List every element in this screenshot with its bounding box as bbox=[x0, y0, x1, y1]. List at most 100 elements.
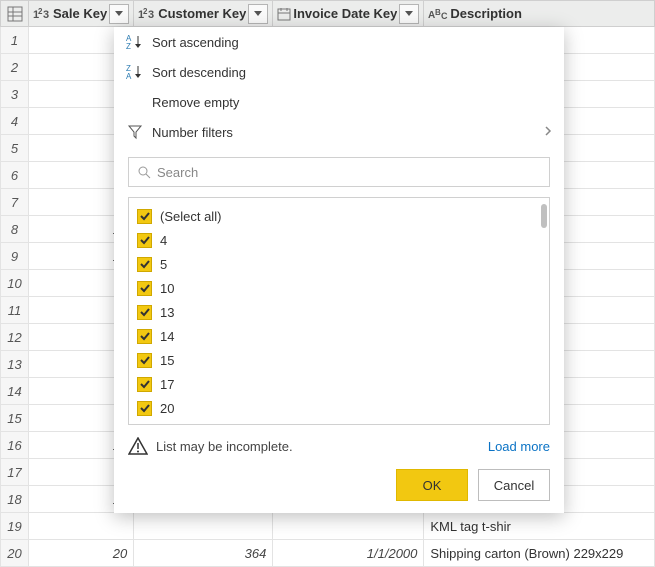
row-number: 15 bbox=[1, 405, 29, 432]
checkbox-checked[interactable] bbox=[137, 353, 152, 368]
row-number: 12 bbox=[1, 324, 29, 351]
cell-invoice-date: 1/1/2000 bbox=[273, 540, 424, 567]
svg-text:A: A bbox=[126, 72, 132, 80]
chevron-down-icon bbox=[115, 11, 123, 17]
row-number: 10 bbox=[1, 270, 29, 297]
search-icon bbox=[137, 165, 151, 179]
search-placeholder: Search bbox=[157, 165, 198, 180]
sort-ascending-item[interactable]: AZ Sort ascending bbox=[114, 27, 564, 57]
row-number: 4 bbox=[1, 108, 29, 135]
row-number: 9 bbox=[1, 243, 29, 270]
table-row[interactable]: 19 KML tag t-shir bbox=[1, 513, 655, 540]
column-label: Invoice Date Key bbox=[291, 6, 397, 21]
filter-value-item[interactable]: 4 bbox=[137, 228, 541, 252]
filter-value-item[interactable]: 17 bbox=[137, 372, 541, 396]
filter-values-list: (Select all) 4 5 10 13 14 15 17 20 bbox=[128, 197, 550, 425]
menu-label: Sort ascending bbox=[148, 35, 239, 50]
row-number: 17 bbox=[1, 459, 29, 486]
cell-customer-key bbox=[134, 513, 273, 540]
row-number: 2 bbox=[1, 54, 29, 81]
row-number: 8 bbox=[1, 216, 29, 243]
filter-value-label: 10 bbox=[160, 281, 174, 296]
row-number: 11 bbox=[1, 297, 29, 324]
sort-asc-icon: AZ bbox=[126, 34, 144, 50]
cell-customer-key: 364 bbox=[134, 540, 273, 567]
text-type-icon: ABC bbox=[428, 7, 448, 21]
cell-description: Shipping carton (Brown) 229x229 bbox=[424, 540, 655, 567]
cell-sale-key: 20 bbox=[29, 540, 134, 567]
filter-value-item[interactable]: 15 bbox=[137, 348, 541, 372]
warning-text: List may be incomplete. bbox=[156, 439, 488, 454]
checkbox-checked[interactable] bbox=[137, 209, 152, 224]
filter-value-label: 14 bbox=[160, 329, 174, 344]
column-label: Description bbox=[448, 6, 650, 21]
filter-value-label: 20 bbox=[160, 401, 174, 416]
filter-value-item[interactable]: 13 bbox=[137, 300, 541, 324]
column-header-description[interactable]: ABC Description bbox=[424, 1, 655, 27]
chevron-right-icon bbox=[544, 125, 552, 140]
table-icon bbox=[7, 6, 23, 22]
menu-label: Remove empty bbox=[148, 95, 239, 110]
rowcol-header[interactable] bbox=[1, 1, 29, 27]
svg-text:Z: Z bbox=[126, 42, 131, 50]
chevron-down-icon bbox=[405, 11, 413, 17]
row-number: 1 bbox=[1, 27, 29, 54]
checkbox-checked[interactable] bbox=[137, 257, 152, 272]
filter-search-input[interactable]: Search bbox=[128, 157, 550, 187]
row-number: 19 bbox=[1, 513, 29, 540]
filter-value-label: 4 bbox=[160, 233, 167, 248]
row-number: 14 bbox=[1, 378, 29, 405]
remove-empty-item[interactable]: Remove empty bbox=[114, 87, 564, 117]
filter-value-label: 5 bbox=[160, 257, 167, 272]
column-header-sale-key[interactable]: 123 Sale Key bbox=[29, 1, 134, 27]
svg-text:C: C bbox=[441, 11, 448, 21]
column-label: Sale Key bbox=[51, 6, 107, 21]
header-row: 123 Sale Key 123 Customer Key Invoice Da… bbox=[1, 1, 655, 27]
cancel-button[interactable]: Cancel bbox=[478, 469, 550, 501]
number-type-icon: 123 bbox=[138, 7, 156, 21]
filter-value-label: (Select all) bbox=[160, 209, 221, 224]
sort-descending-item[interactable]: ZA Sort descending bbox=[114, 57, 564, 87]
checkbox-checked[interactable] bbox=[137, 281, 152, 296]
column-header-invoice-date-key[interactable]: Invoice Date Key bbox=[273, 1, 424, 27]
filter-value-item[interactable]: 10 bbox=[137, 276, 541, 300]
checkbox-checked[interactable] bbox=[137, 233, 152, 248]
cell-invoice-date bbox=[273, 513, 424, 540]
warning-icon bbox=[128, 437, 148, 455]
filter-value-item[interactable]: 14 bbox=[137, 324, 541, 348]
checkbox-checked[interactable] bbox=[137, 305, 152, 320]
checkbox-checked[interactable] bbox=[137, 329, 152, 344]
filter-value-item[interactable]: (Select all) bbox=[137, 204, 541, 228]
column-label: Customer Key bbox=[156, 6, 246, 21]
cell-description: KML tag t-shir bbox=[424, 513, 655, 540]
row-number: 3 bbox=[1, 81, 29, 108]
row-number: 6 bbox=[1, 162, 29, 189]
scrollbar-thumb[interactable] bbox=[541, 204, 547, 228]
sort-desc-icon: ZA bbox=[126, 64, 144, 80]
row-number: 20 bbox=[1, 540, 29, 567]
number-type-icon: 123 bbox=[33, 7, 51, 21]
ok-button[interactable]: OK bbox=[396, 469, 468, 501]
checkbox-checked[interactable] bbox=[137, 401, 152, 416]
menu-label: Sort descending bbox=[148, 65, 246, 80]
row-number: 13 bbox=[1, 351, 29, 378]
filter-value-item[interactable]: 5 bbox=[137, 252, 541, 276]
load-more-link[interactable]: Load more bbox=[488, 439, 550, 454]
svg-text:3: 3 bbox=[148, 9, 154, 21]
row-number: 5 bbox=[1, 135, 29, 162]
filter-value-item[interactable]: 20 bbox=[137, 396, 541, 420]
column-header-customer-key[interactable]: 123 Customer Key bbox=[134, 1, 273, 27]
funnel-icon bbox=[127, 124, 143, 140]
svg-text:3: 3 bbox=[43, 9, 49, 21]
table-row[interactable]: 20203641/1/2000Shipping carton (Brown) 2… bbox=[1, 540, 655, 567]
checkbox-checked[interactable] bbox=[137, 377, 152, 392]
filter-dropdown-button[interactable] bbox=[248, 4, 268, 24]
column-filter-popup: AZ Sort ascending ZA Sort descending Rem… bbox=[114, 27, 564, 513]
filter-value-label: 17 bbox=[160, 377, 174, 392]
row-number: 18 bbox=[1, 486, 29, 513]
number-filters-item[interactable]: Number filters bbox=[114, 117, 564, 147]
row-number: 7 bbox=[1, 189, 29, 216]
filter-dropdown-button[interactable] bbox=[399, 4, 419, 24]
filter-dropdown-button[interactable] bbox=[109, 4, 129, 24]
filter-value-label: 15 bbox=[160, 353, 174, 368]
